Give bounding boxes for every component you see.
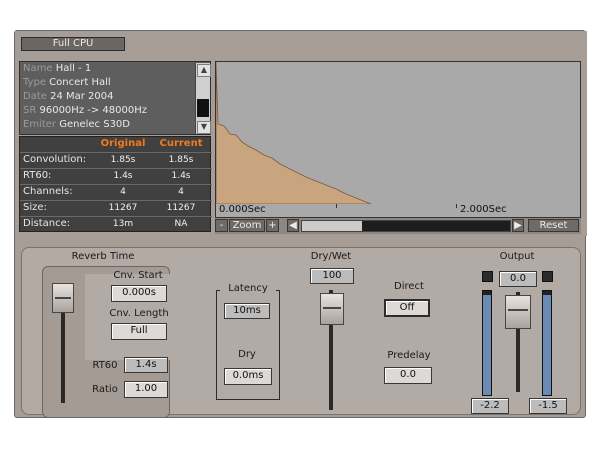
stat-label: Convolution: <box>23 154 87 165</box>
header-original: Original <box>100 138 146 149</box>
stat-current: 1.4s <box>171 171 191 181</box>
stat-original: 4 <box>120 187 126 197</box>
info-row-type: Type Concert Hall <box>23 77 111 88</box>
cpu-mode-button[interactable]: Full CPU <box>21 37 125 51</box>
dry-latency-label: Dry <box>238 349 256 360</box>
latency-field: 10ms <box>224 303 270 319</box>
left-output-meter <box>482 290 492 396</box>
stat-current: NA <box>174 219 188 229</box>
info-row-emiter: Emiter Genelec S30D <box>23 119 130 130</box>
right-output-meter <box>542 290 552 396</box>
impulse-response-display[interactable] <box>215 61 581 217</box>
reverb-plugin-window: Full CPU Name Hall - 1 Type Concert Hall… <box>14 30 587 418</box>
info-scrollbar[interactable]: ▲ ▼ <box>195 63 211 134</box>
info-label: Name <box>23 63 53 74</box>
stat-original: 11267 <box>108 203 138 213</box>
ratio-field[interactable]: 1.00 <box>124 381 168 398</box>
info-value: Hall - 1 <box>55 63 92 74</box>
timeline-scroll-thumb[interactable] <box>302 221 362 231</box>
zoom-in-button[interactable]: + <box>266 219 279 232</box>
zoom-label: Zoom <box>229 219 265 232</box>
info-row-sr: SR 96000Hz -> 48000Hz <box>23 105 147 116</box>
info-value: 96000Hz -> 48000Hz <box>39 105 147 116</box>
info-row-date: Date 24 Mar 2004 <box>23 91 114 102</box>
scroll-down-icon[interactable]: ▼ <box>197 121 211 134</box>
stat-current: 4 <box>178 187 184 197</box>
cnv-start-field[interactable]: 0.000s <box>111 285 167 302</box>
dry-wet-fader-knob[interactable] <box>320 293 344 325</box>
stat-row-distance: Distance: 13m NA <box>20 216 212 232</box>
display-controls: - Zoom + ◀ ▶ Reset <box>215 218 581 234</box>
predelay-label: Predelay <box>387 350 431 361</box>
tick-mark <box>336 204 337 208</box>
tick-mark <box>456 204 457 208</box>
time-start-label: 0.000Sec <box>219 204 266 215</box>
left-output-value: -2.2 <box>471 398 509 414</box>
stat-current: 11267 <box>166 203 196 213</box>
output-gain-field[interactable]: 0.0 <box>499 271 537 287</box>
dry-latency-field[interactable]: 0.0ms <box>224 368 272 385</box>
ratio-label: Ratio <box>92 384 118 395</box>
stat-row-convolution: Convolution: 1.85s 1.85s <box>20 152 212 168</box>
stat-label: Size: <box>23 202 47 213</box>
cnv-length-field[interactable]: Full <box>111 323 167 340</box>
predelay-field[interactable]: 0.0 <box>384 367 432 384</box>
info-label: Date <box>23 91 47 102</box>
scroll-thumb[interactable] <box>197 99 209 117</box>
stat-row-size: Size: 11267 11267 <box>20 200 212 216</box>
info-label: Emiter <box>23 119 57 130</box>
reset-button[interactable]: Reset <box>528 219 579 232</box>
output-title: Output <box>499 251 535 262</box>
stat-row-channels: Channels: 4 4 <box>20 184 212 200</box>
info-value: 24 Mar 2004 <box>50 91 114 102</box>
right-clip-indicator <box>542 271 553 282</box>
stat-original: 13m <box>112 219 134 229</box>
stat-original: 1.4s <box>113 171 133 181</box>
direct-label: Direct <box>394 281 424 292</box>
stat-label: Distance: <box>23 218 71 229</box>
dry-wet-field[interactable]: 100 <box>310 268 354 284</box>
info-label: SR <box>23 105 37 116</box>
rt60-label: RT60 <box>92 360 118 371</box>
info-label: Type <box>23 77 46 88</box>
right-output-value: -1.5 <box>529 398 567 414</box>
time-axis: 0.000Sec 2.000Sec <box>215 204 581 218</box>
left-clip-indicator <box>482 271 493 282</box>
reverb-time-title: Reverb Time <box>71 251 135 262</box>
reverb-time-fader-knob[interactable] <box>52 283 74 313</box>
rt60-field[interactable]: 1.4s <box>124 357 168 373</box>
info-row-name: Name Hall - 1 <box>23 63 91 74</box>
cnv-length-label: Cnv. Length <box>109 308 169 319</box>
left-meter-fill <box>483 295 491 395</box>
timeline-scrollbar[interactable] <box>301 220 511 232</box>
info-value: Concert Hall <box>49 77 111 88</box>
direct-toggle[interactable]: Off <box>384 299 430 317</box>
header-current: Current <box>159 138 203 149</box>
controls-panel: Reverb Time Cnv. Start 0.000s Cnv. Lengt… <box>21 247 581 418</box>
cnv-start-label: Cnv. Start <box>113 270 163 281</box>
right-meter-fill <box>543 295 551 395</box>
dry-wet-title: Dry/Wet <box>310 251 352 262</box>
scroll-right-icon[interactable]: ▶ <box>512 219 524 232</box>
time-end-label: 2.000Sec <box>460 204 507 215</box>
impulse-response-fill <box>215 61 372 205</box>
stat-row-rt60: RT60: 1.4s 1.4s <box>20 168 212 184</box>
top-area: Full CPU Name Hall - 1 Type Concert Hall… <box>15 31 587 236</box>
scroll-up-icon[interactable]: ▲ <box>197 64 211 77</box>
zoom-out-button[interactable]: - <box>215 219 228 232</box>
stat-label: RT60: <box>23 170 52 181</box>
info-value: Genelec S30D <box>59 119 130 130</box>
impulse-info-panel: Name Hall - 1 Type Concert Hall Date 24 … <box>19 61 211 135</box>
latency-title: Latency <box>220 283 276 294</box>
scroll-left-icon[interactable]: ◀ <box>287 219 299 232</box>
stat-label: Channels: <box>23 186 73 197</box>
output-fader-knob[interactable] <box>505 295 531 329</box>
impulse-response-graph <box>215 61 372 205</box>
stat-current: 1.85s <box>168 155 194 165</box>
stats-table: Original Current Convolution: 1.85s 1.85… <box>19 136 212 232</box>
stat-original: 1.85s <box>110 155 136 165</box>
